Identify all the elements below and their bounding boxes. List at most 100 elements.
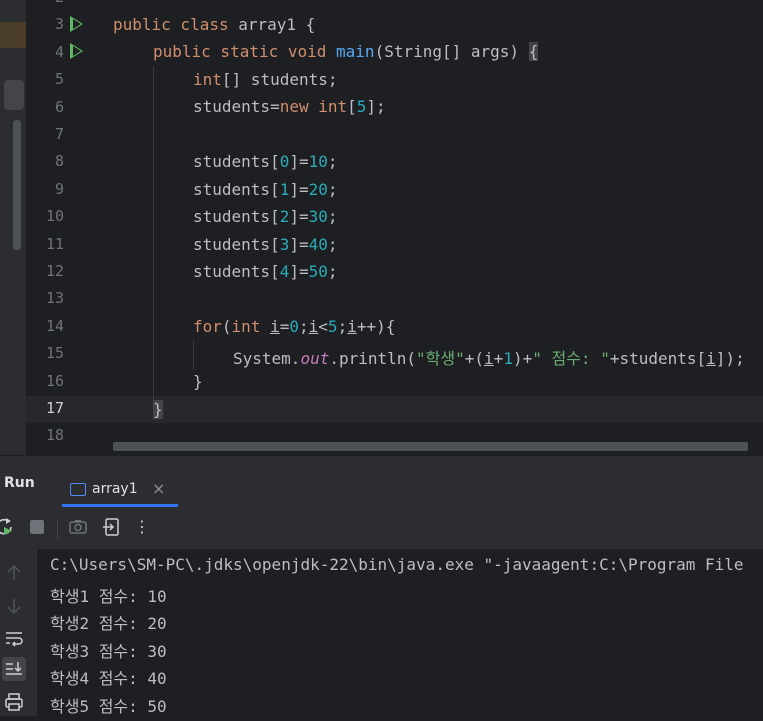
line-number: 5: [54, 70, 64, 89]
soft-wrap-icon[interactable]: [2, 626, 26, 650]
line-number: 9: [54, 179, 64, 198]
console-output-line: 학생4 점수: 40: [50, 669, 167, 688]
code-token: 30: [308, 207, 328, 226]
arrow-up-icon[interactable]: [2, 561, 26, 585]
code-token: students[: [193, 152, 280, 171]
code-editor[interactable]: 23456789101112131415161718 public class …: [0, 0, 763, 455]
line-number: 10: [45, 207, 64, 226]
line-number: 13: [45, 289, 64, 308]
code-token: {: [528, 42, 539, 61]
line-number: 18: [45, 426, 64, 445]
code-token: students[: [193, 235, 280, 254]
code-token: "학생": [416, 349, 465, 368]
code-token: students[: [193, 207, 280, 226]
code-token: array1 {: [238, 15, 316, 34]
close-icon[interactable]: ×: [152, 479, 165, 498]
stop-icon[interactable]: [26, 516, 48, 538]
code-line-9: students[1]=20;: [193, 180, 338, 199]
indent-guide: [153, 66, 154, 420]
code-token: 10: [308, 152, 328, 171]
code-token: ]=: [289, 180, 309, 199]
strip-highlight: [0, 22, 26, 48]
code-line-4: public static void main(String[] args) {: [153, 42, 539, 61]
code-token: (String[] args): [374, 42, 529, 61]
code-token: int: [193, 70, 222, 89]
code-token: ;: [327, 262, 338, 281]
code-line-8: students[0]=10;: [193, 152, 338, 171]
code-token: [] students;: [221, 70, 338, 89]
line-number: 12: [45, 262, 64, 280]
line-number: 6: [54, 97, 64, 116]
code-token: students[: [193, 262, 280, 281]
code-token: }: [193, 372, 203, 391]
camera-icon[interactable]: [67, 516, 89, 538]
indent-guide: [193, 340, 194, 370]
line-number: 17: [45, 399, 64, 417]
run-panel-title: Run: [4, 475, 35, 491]
code-line-14: for(int i=0;i<5;i++){: [193, 317, 395, 336]
strip-button[interactable]: [4, 80, 24, 110]
console-output-line: 학생1 점수: 10: [50, 587, 167, 606]
code-token: public class: [113, 15, 239, 34]
line-number: 16: [45, 371, 64, 390]
line-number: 14: [45, 316, 64, 335]
tab-array1[interactable]: array1 ×: [62, 464, 178, 508]
code-token: main: [336, 42, 375, 61]
console-output-line: 학생2 점수: 20: [50, 614, 167, 633]
code-token: students[: [193, 180, 280, 199]
code-line-6: students=new int[5];: [193, 97, 386, 116]
arrow-down-icon[interactable]: [2, 594, 26, 618]
code-line-12: students[4]=50;: [193, 262, 338, 281]
code-token: 40: [308, 235, 328, 254]
rerun-icon[interactable]: [0, 516, 16, 538]
code-token: ]=: [289, 262, 309, 281]
code-token: 1: [503, 349, 513, 368]
run-class-icon[interactable]: [70, 16, 83, 32]
current-line-highlight: [26, 396, 763, 423]
scroll-to-end-icon[interactable]: [2, 657, 26, 681]
project-tool-strip: [0, 0, 26, 455]
code-token: out: [300, 349, 330, 368]
strip-scrollbar[interactable]: [13, 120, 21, 250]
tab-label: array1: [92, 481, 138, 497]
console-icon: [70, 483, 86, 496]
code-line-16: }: [193, 372, 203, 391]
code-token: ]);: [715, 349, 745, 368]
line-number: 8: [54, 152, 64, 171]
code-token: i: [706, 349, 716, 368]
code-token: i: [308, 317, 319, 336]
code-token: ]=: [289, 235, 309, 254]
print-icon[interactable]: [2, 690, 26, 714]
code-token: i: [347, 317, 357, 336]
console-output[interactable]: C:\Users\SM-PC\.jdks\openjdk-22\bin\java…: [37, 549, 763, 716]
code-token: ;: [299, 317, 309, 336]
code-token: }: [153, 400, 163, 419]
code-token: for: [193, 317, 222, 336]
code-token: int: [231, 317, 271, 336]
code-token: 0: [279, 152, 290, 171]
code-token: 0: [289, 317, 299, 336]
code-line-15: System.out.println("학생"+(i+1)+" 점수: "+st…: [233, 345, 745, 369]
code-token: public static void: [153, 42, 337, 61]
code-token: ;: [327, 152, 338, 171]
code-token: 5: [356, 97, 367, 116]
code-token: [: [347, 97, 357, 116]
toolbar-separator: [57, 519, 58, 539]
line-number: 4: [54, 42, 64, 61]
code-token: i: [270, 317, 280, 336]
code-token: 1: [279, 180, 290, 199]
code-line-10: students[2]=30;: [193, 207, 338, 226]
horizontal-scrollbar[interactable]: [113, 442, 748, 451]
code-token: ++){: [356, 317, 396, 336]
code-token: ]=: [289, 207, 309, 226]
code-token: System.: [233, 349, 301, 368]
console-output-line: 학생5 점수: 50: [50, 697, 167, 716]
code-token: 20: [308, 180, 328, 199]
exit-icon[interactable]: [101, 516, 123, 538]
more-icon[interactable]: ⋮: [131, 516, 153, 538]
line-number: 3: [54, 15, 64, 34]
line-number: 7: [54, 125, 64, 143]
code-line-17: }: [153, 400, 163, 419]
run-main-icon[interactable]: [70, 43, 83, 59]
console-side-toolbar: [0, 549, 38, 716]
